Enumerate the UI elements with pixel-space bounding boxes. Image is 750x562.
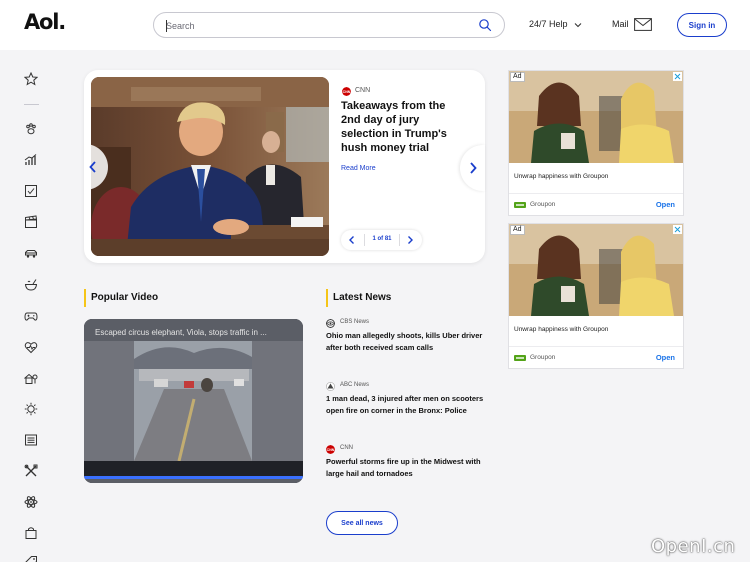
video-progress-bar[interactable] (84, 476, 303, 479)
ad-brand: Groupon (530, 201, 556, 208)
text-cursor (166, 20, 167, 32)
pager-count: 1 of 81 (372, 236, 392, 242)
newspaper-icon[interactable] (24, 433, 38, 447)
ad-label: Ad (510, 225, 525, 235)
news-item[interactable]: ABC News 1 man dead, 3 injured after men… (326, 382, 486, 434)
advertisement[interactable]: Ad Unwrap happiness with Groupon Groupon… (508, 223, 684, 369)
carousel-pager: 1 of 81 (341, 230, 422, 250)
cbs-logo-icon (326, 319, 335, 328)
hero-source: CNN (355, 87, 371, 94)
video-player[interactable]: Escaped circus elephant, Viola, stops tr… (84, 319, 303, 483)
svg-text:CNN: CNN (343, 90, 351, 94)
ad-divider (509, 193, 683, 194)
ad-open-button[interactable]: Open (656, 200, 675, 209)
ad-image[interactable] (509, 224, 683, 316)
house-tree-icon[interactable] (24, 371, 38, 385)
tools-icon[interactable] (24, 464, 38, 478)
cnn-logo-icon: CNN (326, 445, 335, 454)
shopping-bag-icon[interactable] (24, 526, 38, 540)
help-label: 24/7 Help (529, 19, 568, 29)
ad-headline[interactable]: Unwrap happiness with Groupon (514, 173, 608, 180)
chevron-left-icon (89, 161, 96, 173)
top-story-image[interactable] (91, 77, 329, 256)
hero-headline[interactable]: Takeaways from the 2nd day of jury selec… (341, 99, 461, 155)
video-thumbnail (84, 319, 303, 483)
atom-icon[interactable] (24, 495, 38, 509)
chevron-right-icon (470, 162, 477, 174)
cnn-logo-icon: CNN (342, 87, 351, 96)
ad-headline[interactable]: Unwrap happiness with Groupon (514, 326, 608, 333)
groupon-logo-icon (514, 202, 526, 208)
ad-open-button[interactable]: Open (656, 353, 675, 362)
news-item[interactable]: CBS News Ohio man allegedly shoots, kill… (326, 319, 486, 359)
sidebar-divider (24, 104, 39, 105)
clapper-icon[interactable] (24, 215, 38, 229)
abc-logo-icon (326, 382, 335, 391)
pager-next-icon[interactable] (403, 233, 417, 247)
groupon-logo-icon (514, 355, 526, 361)
aol-logo[interactable]: Aol. (24, 10, 66, 34)
read-more-link[interactable]: Read More (341, 165, 376, 172)
top-story-carousel: CNN CNN Takeaways from the 2nd day of ju… (84, 70, 485, 263)
see-all-news-button[interactable]: See all news (326, 511, 398, 535)
category-sidebar (0, 50, 62, 562)
popular-video-heading: Popular Video (84, 289, 158, 307)
bowl-icon[interactable] (24, 278, 38, 292)
news-item[interactable]: CNN CNN Powerful storms fire up in the M… (326, 445, 486, 485)
news-source: CBS News (340, 319, 370, 325)
search-box[interactable] (153, 12, 505, 38)
help-menu[interactable]: 24/7 Help (529, 19, 583, 29)
ad-brand: Groupon (530, 354, 556, 361)
chevron-down-icon (574, 22, 582, 27)
ad-image[interactable] (509, 71, 683, 163)
pager-prev-icon[interactable] (345, 233, 359, 247)
latest-news-heading: Latest News (326, 289, 391, 307)
news-headline[interactable]: 1 man dead, 3 injured after men on scoot… (326, 393, 486, 416)
ad-close-icon[interactable] (673, 225, 682, 234)
star-icon[interactable] (24, 72, 38, 86)
ad-divider (509, 346, 683, 347)
pager-divider (399, 234, 400, 246)
gear-sun-icon[interactable] (24, 402, 38, 416)
top-header: Aol. 24/7 Help Mail Sign in (0, 0, 750, 50)
ad-label: Ad (510, 72, 525, 82)
heart-pulse-icon[interactable] (24, 340, 38, 354)
news-headline[interactable]: Powerful storms fire up in the Midwest w… (326, 456, 486, 479)
svg-text:CNN: CNN (327, 448, 335, 452)
search-icon[interactable] (478, 18, 492, 32)
ad-close-icon[interactable] (673, 72, 682, 81)
watermark: OpenI.cn (651, 536, 736, 557)
advertisement[interactable]: Ad Unwrap happiness with Groupon Groupon… (508, 70, 684, 216)
pager-divider (364, 234, 365, 246)
tag-icon[interactable] (24, 555, 38, 562)
paw-icon[interactable] (24, 122, 38, 136)
news-source: CNN (340, 445, 353, 451)
checkbox-icon[interactable] (24, 184, 38, 198)
mail-icon[interactable] (634, 18, 652, 31)
video-title: Escaped circus elephant, Viola, stops tr… (95, 328, 267, 337)
mail-label[interactable]: Mail (612, 19, 629, 29)
carousel-next-button[interactable] (460, 145, 485, 191)
chart-icon[interactable] (24, 153, 38, 167)
search-input[interactable] (166, 17, 466, 35)
car-icon[interactable] (24, 246, 38, 260)
gamepad-icon[interactable] (24, 309, 38, 323)
news-headline[interactable]: Ohio man allegedly shoots, kills Uber dr… (326, 330, 486, 353)
news-source: ABC News (340, 382, 370, 388)
sign-in-button[interactable]: Sign in (677, 13, 727, 37)
